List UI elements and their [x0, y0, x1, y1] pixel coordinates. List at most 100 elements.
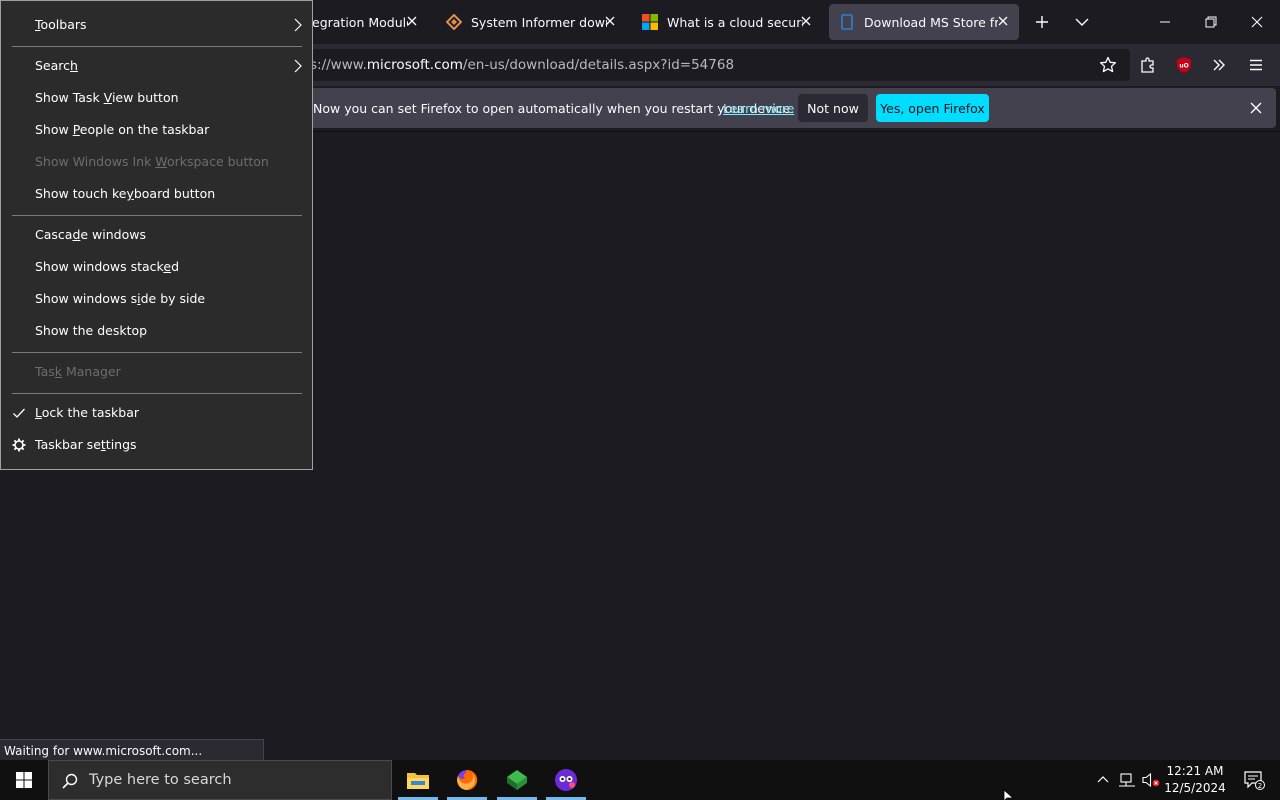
- taskbar-app-purple[interactable]: [546, 760, 586, 800]
- menu-item-label: Cascade windows: [35, 227, 146, 242]
- default-browser-notification: Now you can set Firefox to open automati…: [290, 88, 1276, 128]
- menu-separator: [12, 352, 302, 353]
- close-icon[interactable]: [798, 13, 814, 29]
- menu-item-show-windows-side-by-side[interactable]: Show windows side by side: [1, 283, 312, 315]
- close-window-button[interactable]: [1234, 0, 1280, 44]
- chevron-up-icon: [1097, 776, 1109, 783]
- page-favicon: [841, 14, 853, 30]
- notifications-icon: 2: [1244, 771, 1265, 790]
- chevron-right-icon: [294, 18, 302, 32]
- extensions-button[interactable]: [1135, 52, 1161, 78]
- close-icon[interactable]: [995, 13, 1011, 29]
- action-center-button[interactable]: 2: [1234, 760, 1274, 800]
- tab-title: Download MS Store from: [864, 14, 998, 30]
- not-now-button[interactable]: Not now: [798, 94, 868, 122]
- taskbar-app-firefox[interactable]: [447, 760, 487, 800]
- restore-icon: [1205, 16, 1217, 28]
- volume-button[interactable]: [1140, 760, 1162, 800]
- menu-item-toolbars[interactable]: Toolbars: [1, 9, 312, 41]
- double-chevron-icon: [1213, 59, 1225, 71]
- app-menu-button[interactable]: [1243, 52, 1269, 78]
- menu-item-label: Lock the taskbar: [35, 405, 140, 420]
- menu-item-taskbar-settings[interactable]: Taskbar settings: [1, 429, 312, 461]
- close-icon[interactable]: [602, 13, 618, 29]
- close-icon[interactable]: [1248, 100, 1264, 116]
- bookmark-star-button[interactable]: [1095, 52, 1121, 78]
- gear-icon: [12, 438, 26, 452]
- url-text[interactable]: s://www.microsoft.com/en-us/download/det…: [310, 57, 734, 73]
- restore-button[interactable]: [1188, 0, 1234, 44]
- check-icon: [13, 408, 25, 418]
- plus-icon: [1036, 16, 1048, 28]
- menu-item-search[interactable]: Search: [1, 50, 312, 82]
- menu-separator: [12, 393, 302, 394]
- menu-item-cascade-windows[interactable]: Cascade windows: [1, 219, 312, 251]
- network-button[interactable]: [1116, 760, 1138, 800]
- menu-separator: [12, 46, 302, 47]
- list-all-tabs-button[interactable]: [1068, 8, 1096, 36]
- menu-item-label: Show touch keyboard button: [35, 186, 216, 201]
- menu-item-label: Show Task View button: [35, 90, 179, 105]
- new-tab-button[interactable]: [1028, 8, 1056, 36]
- start-button[interactable]: [0, 760, 48, 800]
- tab-title: What is a cloud security s: [667, 14, 803, 30]
- notification-count: 2: [1258, 782, 1262, 790]
- volume-muted-icon: [1142, 772, 1160, 788]
- menu-item-show-touch-keyboard[interactable]: Show touch keyboard button: [1, 178, 312, 210]
- minimize-button[interactable]: [1142, 0, 1188, 44]
- url-bar[interactable]: s://www.microsoft.com/en-us/download/det…: [290, 49, 1130, 81]
- close-icon[interactable]: [404, 13, 420, 29]
- menu-item-show-people[interactable]: Show People on the taskbar: [1, 114, 312, 146]
- taskbar: Type here to search 12:21 AM 12/5/2024 2: [0, 760, 1280, 800]
- chevron-down-icon: [1075, 18, 1089, 26]
- menu-item-label: Taskbar settings: [35, 437, 137, 452]
- system-informer-favicon: [446, 14, 462, 30]
- url-prefix: s://www.: [310, 57, 367, 73]
- menu-item-label: Toolbars: [35, 17, 87, 32]
- firefox-icon: [457, 769, 478, 790]
- yes-open-firefox-button[interactable]: Yes, open Firefox: [876, 94, 989, 122]
- search-icon: [62, 773, 78, 789]
- app-purple-icon: [555, 769, 577, 791]
- network-icon: [1119, 773, 1135, 787]
- more-tools-button[interactable]: [1206, 52, 1232, 78]
- tab-title: System Informer downlo: [471, 14, 607, 30]
- url-host: microsoft.com: [366, 57, 463, 73]
- taskbar-clock[interactable]: 12:21 AM 12/5/2024: [1160, 763, 1230, 797]
- menu-item-label: Show People on the taskbar: [35, 122, 210, 137]
- tab-module[interactable]: egration Module -: [296, 4, 428, 40]
- tab-system-informer[interactable]: System Informer downlo: [436, 4, 626, 40]
- menu-item-label: Show the desktop: [35, 323, 148, 338]
- menu-item-show-the-desktop[interactable]: Show the desktop: [1, 315, 312, 347]
- puzzle-icon: [1141, 57, 1154, 73]
- clock-date: 12/5/2024: [1164, 781, 1226, 795]
- taskbar-app-green[interactable]: [497, 760, 537, 800]
- taskbar-search-box[interactable]: Type here to search: [48, 760, 392, 800]
- windows-logo-icon: [16, 772, 32, 788]
- taskbar-context-menu: Toolbars Search Show Task View button Sh…: [0, 0, 313, 470]
- learn-more-link[interactable]: Learn more: [723, 101, 794, 116]
- show-hidden-icons-button[interactable]: [1092, 760, 1114, 800]
- minimize-icon: [1160, 21, 1170, 23]
- hamburger-icon: [1250, 59, 1262, 71]
- menu-item-lock-the-taskbar[interactable]: Lock the taskbar: [1, 397, 312, 429]
- menu-item-label: Show windows side by side: [35, 291, 206, 306]
- menu-separator: [12, 215, 302, 216]
- tab-download-ms-store[interactable]: Download MS Store from: [829, 4, 1019, 40]
- menu-item-label: Task Manager: [35, 364, 121, 379]
- mouse-cursor-icon: [1003, 790, 1015, 800]
- status-panel: Waiting for www.microsoft.com...: [0, 739, 264, 761]
- menu-item-show-task-view-button[interactable]: Show Task View button: [1, 82, 312, 114]
- menu-item-label: Search: [35, 58, 78, 73]
- chevron-right-icon: [294, 59, 302, 73]
- taskbar-app-file-explorer[interactable]: [398, 760, 438, 800]
- menu-item-show-windows-stacked[interactable]: Show windows stacked: [1, 251, 312, 283]
- ublock-origin-button[interactable]: uO: [1171, 52, 1197, 78]
- microsoft-favicon: [642, 14, 658, 30]
- clock-time: 12:21 AM: [1166, 764, 1224, 778]
- file-explorer-icon: [407, 773, 429, 789]
- svg-text:uO: uO: [1179, 63, 1188, 70]
- menu-item-label: Show Windows Ink Workspace button: [35, 154, 269, 169]
- app-green-icon: [507, 770, 527, 790]
- tab-cloud-security[interactable]: What is a cloud security s: [632, 4, 822, 40]
